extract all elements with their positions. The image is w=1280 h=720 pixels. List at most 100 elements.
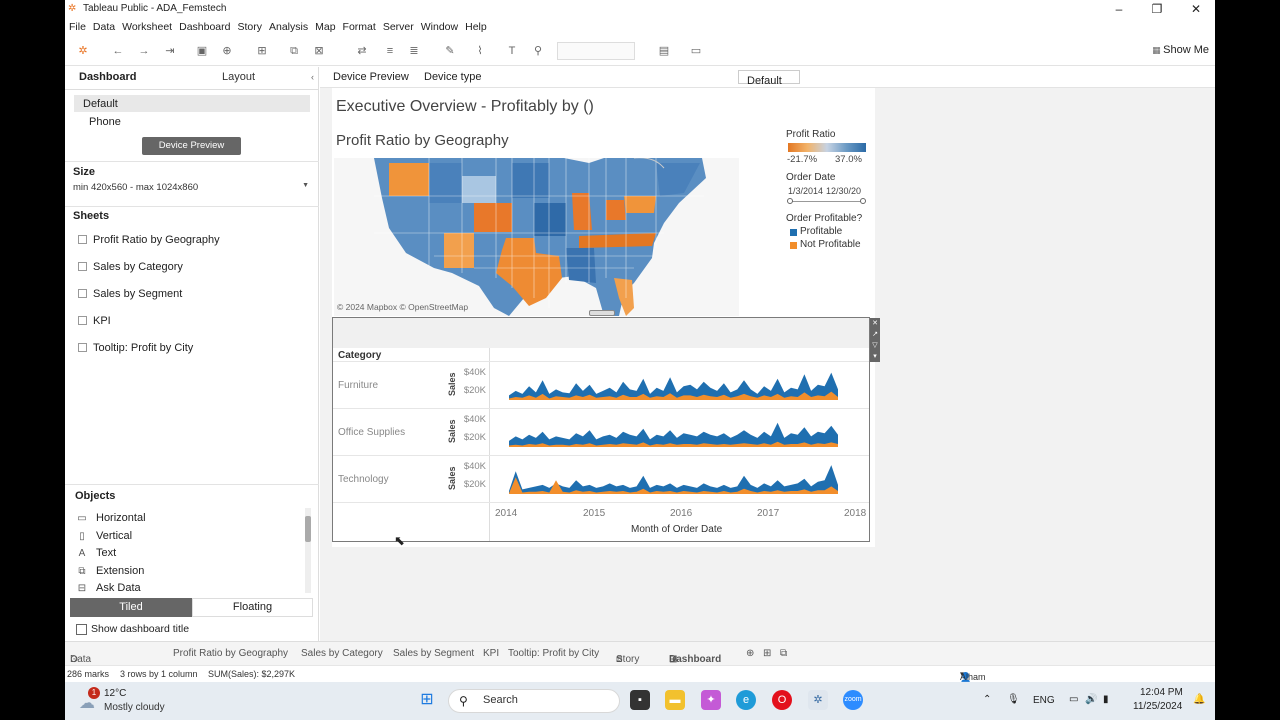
go-to-sheet-icon[interactable]: ↗ xyxy=(870,329,880,340)
more-options-icon[interactable]: ▾ xyxy=(870,351,880,362)
tab-dashboard[interactable]: Dashboard xyxy=(79,71,136,83)
new-story-tab-icon[interactable]: ⧉ xyxy=(780,648,787,659)
tableau-taskbar-icon[interactable]: ✲ xyxy=(808,690,828,710)
duplicate-icon[interactable]: ⧉ xyxy=(287,44,301,58)
menu-worksheet[interactable]: Worksheet xyxy=(118,18,175,33)
show-title-checkbox[interactable] xyxy=(76,624,87,635)
profitable-label[interactable]: Profitable xyxy=(800,226,842,237)
network-icon[interactable]: ▭ xyxy=(1069,694,1078,705)
tableau-home-icon[interactable]: ✲ xyxy=(76,44,90,58)
filter-icon[interactable]: ▽ xyxy=(870,340,880,351)
menu-map[interactable]: Map xyxy=(311,18,338,33)
add-data-icon[interactable]: ⊕ xyxy=(220,44,234,58)
collapse-panel-icon[interactable]: ‹ xyxy=(311,72,314,82)
sort-asc-icon[interactable]: ≡ xyxy=(383,44,397,58)
maximize-button[interactable]: ❐ xyxy=(1138,0,1176,18)
object-extension[interactable]: ⧉ Extension xyxy=(76,565,144,577)
floating-button[interactable]: Floating xyxy=(192,598,313,617)
sheet-item[interactable]: Tooltip: Profit by City xyxy=(78,342,193,354)
save-icon[interactable]: ▣ xyxy=(195,44,209,58)
new-worksheet-icon[interactable]: ⊞ xyxy=(255,44,269,58)
device-preview-button[interactable]: Device Preview xyxy=(142,137,241,155)
undo-icon[interactable]: ← xyxy=(111,44,125,58)
menu-story[interactable]: Story xyxy=(233,18,265,33)
clock-date[interactable]: 11/25/2024 xyxy=(1133,701,1182,712)
object-text[interactable]: A Text xyxy=(76,547,117,559)
battery-icon[interactable]: ▮ xyxy=(1103,694,1109,705)
device-default[interactable]: Default xyxy=(74,95,310,112)
not-profitable-label[interactable]: Not Profitable xyxy=(800,239,861,250)
file-explorer-icon[interactable]: ▬ xyxy=(665,690,685,710)
microphone-icon[interactable]: 🎙 xyxy=(1007,694,1020,705)
sort-desc-icon[interactable]: ≣ xyxy=(407,44,421,58)
tab-sales-by-segment[interactable]: Sales by Segment xyxy=(393,648,474,659)
group-icon[interactable]: ⌇ xyxy=(473,44,487,58)
presentation-icon[interactable]: ▭ xyxy=(689,44,703,58)
area-profitable-office-supplies[interactable] xyxy=(509,422,838,447)
redo-icon[interactable]: → xyxy=(137,44,151,58)
swap-icon[interactable]: ⇄ xyxy=(355,44,369,58)
opera-icon[interactable]: O xyxy=(772,690,792,710)
labels-icon[interactable]: T xyxy=(505,44,519,58)
object-horizontal[interactable]: ▭ Horizontal xyxy=(76,512,145,524)
tab-layout[interactable]: Layout xyxy=(222,71,255,83)
fit-dropdown[interactable] xyxy=(557,42,635,60)
date-slider-start-handle[interactable] xyxy=(787,198,793,204)
show-me-button[interactable]: ▦ Show Me xyxy=(1152,44,1209,56)
tab-profit-ratio[interactable]: Profit Ratio by Geography xyxy=(173,648,288,659)
menu-help[interactable]: Help xyxy=(461,18,490,33)
menu-server[interactable]: Server xyxy=(379,18,417,33)
size-dropdown[interactable]: min 420x560 - max 1024x860 ▼ xyxy=(73,182,309,193)
new-worksheet-tab-icon[interactable]: ⊕ xyxy=(746,648,754,659)
sales-by-category-sheet[interactable]: ✕ ↗ ▽ ▾ Category Furniture Office Suppli… xyxy=(332,317,880,542)
us-map[interactable] xyxy=(334,158,739,316)
area-chart-svg[interactable] xyxy=(493,362,863,504)
tab-tooltip-profit[interactable]: Tooltip: Profit by City xyxy=(508,648,599,659)
redo-arrow-icon[interactable]: ⇥ xyxy=(163,44,177,58)
highlight-icon[interactable]: ✎ xyxy=(443,44,457,58)
device-phone[interactable]: Phone xyxy=(89,116,121,128)
volume-icon[interactable]: 🔊 xyxy=(1085,694,1097,705)
resize-handle[interactable] xyxy=(589,310,615,316)
remove-icon[interactable]: ✕ xyxy=(870,318,880,329)
sheet-item[interactable]: Sales by Category xyxy=(78,261,183,273)
menu-file[interactable]: File xyxy=(65,18,89,33)
close-button[interactable]: ✕ xyxy=(1177,0,1215,18)
tiled-button[interactable]: Tiled xyxy=(70,598,192,617)
menu-dashboard[interactable]: Dashboard xyxy=(175,18,233,33)
new-dashboard-tab-icon[interactable]: ⊞ xyxy=(763,648,771,659)
clear-sheet-icon[interactable]: ⊠ xyxy=(312,44,326,58)
menu-format[interactable]: Format xyxy=(339,18,379,33)
dropdown-arrow-icon: ▼ xyxy=(302,182,309,189)
copilot-icon[interactable]: ✦ xyxy=(701,690,721,710)
tab-kpi[interactable]: KPI xyxy=(483,648,499,659)
user-account[interactable]: 👤 Alham Hotaki ▾ xyxy=(960,669,986,682)
notifications-bell-icon[interactable]: 🔔 xyxy=(1193,694,1205,705)
date-slider-track[interactable] xyxy=(789,201,865,202)
pin-icon[interactable]: ⚲ xyxy=(531,44,545,58)
tab-sales-by-category[interactable]: Sales by Category xyxy=(301,648,383,659)
minimize-button[interactable]: – xyxy=(1100,0,1138,18)
clock-time[interactable]: 12:04 PM xyxy=(1140,687,1183,698)
sheet-item[interactable]: Profit Ratio by Geography xyxy=(78,234,220,246)
scroll-thumb[interactable] xyxy=(305,516,311,542)
sheet-item[interactable]: KPI xyxy=(78,315,111,327)
show-hidden-icons-icon[interactable]: ⌃ xyxy=(983,694,991,705)
zoom-icon[interactable]: zoom xyxy=(843,690,863,710)
dashboard-title[interactable]: Executive Overview - Profitably by () xyxy=(336,98,594,116)
taskbar-search[interactable]: ⚲ Search xyxy=(448,689,620,713)
object-vertical[interactable]: ▯ Vertical xyxy=(76,530,132,542)
windows-start-icon[interactable]: ⊞ xyxy=(417,690,437,710)
show-cards-icon[interactable]: ▤ xyxy=(657,44,671,58)
device-preview-label[interactable]: Device Preview xyxy=(333,71,409,83)
menu-analysis[interactable]: Analysis xyxy=(265,18,311,33)
device-type-dropdown[interactable]: Default xyxy=(738,70,800,87)
sheet-item[interactable]: Sales by Segment xyxy=(78,288,182,300)
menu-data[interactable]: Data xyxy=(89,18,118,33)
menu-window[interactable]: Window xyxy=(417,18,461,33)
language-indicator[interactable]: ENG xyxy=(1033,695,1055,706)
date-slider-end-handle[interactable] xyxy=(860,198,866,204)
object-ask-data[interactable]: ⊟ Ask Data xyxy=(76,582,141,594)
edge-browser-icon[interactable]: e xyxy=(736,690,756,710)
task-view-icon[interactable]: ▪ xyxy=(630,690,650,710)
